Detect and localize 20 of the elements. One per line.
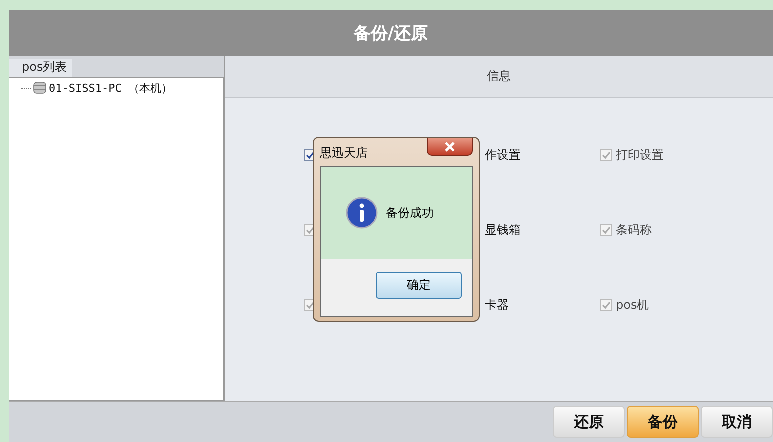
panel-header: pos列表: [9, 59, 72, 77]
option-label: pos机: [616, 296, 650, 314]
info-icon: [346, 197, 378, 229]
close-icon: [444, 142, 456, 152]
option-label: 作设置: [485, 146, 521, 164]
window-title: 备份/还原: [354, 22, 428, 44]
option-label: 打印设置: [616, 146, 664, 164]
database-icon: [33, 81, 47, 95]
option-label: 条码称: [616, 222, 652, 238]
dialog-title: 思迅天店: [320, 145, 368, 162]
action-button[interactable]: 备份: [627, 406, 699, 438]
option-label: 显钱箱: [485, 222, 521, 238]
panel-header: 信息: [487, 68, 511, 85]
ok-button[interactable]: 确定: [376, 272, 462, 299]
tree-item[interactable]: 01-SISS1-PC （本机）: [49, 80, 172, 96]
action-button[interactable]: 还原: [553, 406, 625, 438]
close-button[interactable]: [427, 138, 473, 156]
dialog-message: 备份成功: [386, 204, 434, 222]
action-button[interactable]: 取消: [701, 406, 773, 438]
option-label: 卡器: [485, 296, 509, 314]
